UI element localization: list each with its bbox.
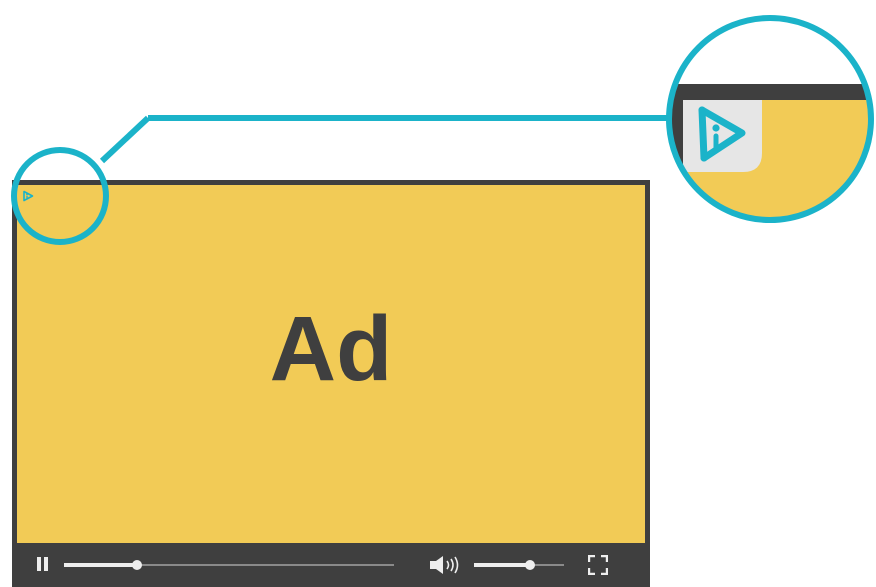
ad-video-area[interactable]: Ad	[17, 185, 645, 543]
illustration: Ad	[0, 0, 876, 587]
progress-slider[interactable]	[64, 560, 394, 570]
progress-fill	[64, 563, 137, 567]
zoomed-adchoices-icon	[698, 106, 746, 162]
zoomed-adchoices-badge	[683, 100, 762, 172]
volume-handle[interactable]	[524, 560, 535, 570]
player-control-bar	[12, 543, 650, 587]
volume-slider[interactable]	[474, 560, 564, 570]
progress-handle[interactable]	[131, 560, 142, 570]
pause-icon[interactable]	[36, 557, 50, 573]
volume-fill	[474, 563, 530, 567]
fullscreen-icon[interactable]	[588, 555, 608, 575]
callout-connector	[99, 115, 151, 164]
zoomed-player-corner	[669, 18, 871, 220]
video-player: Ad	[12, 180, 650, 587]
adchoices-info-icon[interactable]	[22, 190, 34, 202]
ad-label: Ad	[269, 298, 393, 400]
zoom-circle	[666, 15, 874, 223]
volume-icon[interactable]	[430, 555, 468, 575]
